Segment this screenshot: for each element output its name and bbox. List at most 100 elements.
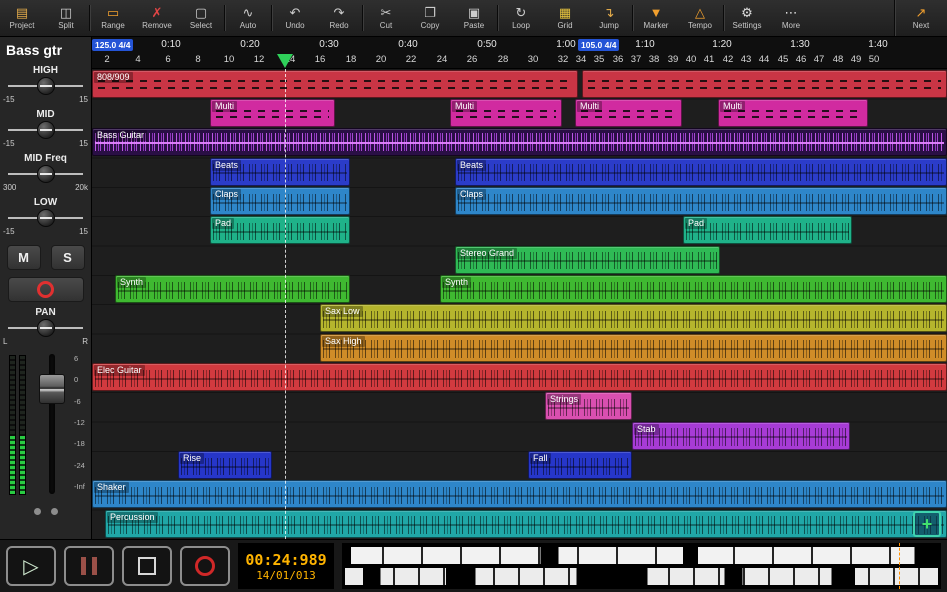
toolbar-button-auto[interactable]: ∿Auto — [226, 0, 270, 36]
clip-rise[interactable]: Rise — [178, 451, 272, 479]
solo-button[interactable]: S — [51, 245, 85, 270]
toolbar-button-paste[interactable]: ▣Paste — [452, 0, 496, 36]
clip-shaker[interactable]: Shaker — [92, 480, 947, 508]
timeline-ruler[interactable]: 125.0 4/4 105.0 4/4 0:100:200:300:400:50… — [92, 37, 947, 69]
clip-fall[interactable]: Fall — [528, 451, 632, 479]
toolbar-button-loop[interactable]: ↻Loop — [499, 0, 543, 36]
clip-label: Pad — [685, 218, 707, 229]
toolbar-button-project[interactable]: ▤Project — [0, 0, 44, 36]
toolbar-button-label: Cut — [380, 21, 392, 30]
toolbar-button-settings[interactable]: ⚙Settings — [725, 0, 769, 36]
toolbar-button-grid[interactable]: ▦Grid — [543, 0, 587, 36]
toolbar-button-label: Auto — [240, 21, 256, 30]
clip-synth[interactable]: Synth — [440, 275, 947, 303]
toolbar-button-copy[interactable]: ❐Copy — [408, 0, 452, 36]
stop-button[interactable] — [122, 546, 172, 586]
knob-high-control[interactable] — [37, 77, 55, 95]
clip-808-909[interactable] — [582, 70, 947, 98]
clip-multi[interactable]: Multi — [450, 99, 562, 127]
clip-808-909[interactable]: 808/909 — [92, 70, 578, 98]
record-arm-button[interactable] — [8, 277, 84, 302]
playhead-marker[interactable] — [277, 54, 293, 68]
bar-number: 20 — [376, 54, 387, 65]
toolbar-button-label: Redo — [329, 21, 348, 30]
mute-button[interactable]: M — [7, 245, 41, 270]
toolbar-button-label: Loop — [512, 21, 530, 30]
toolbar-button-select[interactable]: ▢Select — [179, 0, 223, 36]
clip-elec-guitar[interactable]: Elec Guitar — [92, 363, 947, 391]
toolbar-button-range[interactable]: ▭Range — [91, 0, 135, 36]
page-dot[interactable] — [34, 508, 41, 515]
clip-pad[interactable]: Pad — [210, 216, 350, 244]
track-name[interactable]: Bass gtr — [0, 37, 91, 60]
midi-pattern — [98, 87, 572, 89]
knob-low-control[interactable] — [37, 209, 55, 227]
clip-multi[interactable]: Multi — [575, 99, 682, 127]
bar-number: 42 — [723, 54, 734, 65]
tempo-marker-start[interactable]: 125.0 4/4 — [92, 39, 133, 51]
toolbar-button-undo[interactable]: ↶Undo — [273, 0, 317, 36]
play-button[interactable]: ▷ — [6, 546, 56, 586]
arrangement-overview[interactable] — [342, 543, 941, 589]
knob-scale: -1515 — [0, 139, 91, 148]
clip-multi[interactable]: Multi — [718, 99, 868, 127]
pause-icon — [81, 557, 86, 575]
clip-sax-high[interactable]: Sax High — [320, 334, 947, 362]
knob-mid-freq-control[interactable] — [37, 165, 55, 183]
loop-icon: ↻ — [516, 6, 527, 20]
add-track-button[interactable]: + — [913, 511, 941, 537]
copy-icon: ❐ — [424, 6, 436, 20]
bar-number: 35 — [594, 54, 605, 65]
record-button[interactable] — [180, 546, 230, 586]
transport-bar: ▷ 00:24:989 14/01/013 — [0, 539, 947, 592]
clip-percussion[interactable]: Percussion — [105, 510, 947, 538]
toolbar-button-tempo[interactable]: △Tempo — [678, 0, 722, 36]
fader-thumb[interactable] — [39, 374, 65, 404]
clip-synth[interactable]: Synth — [115, 275, 350, 303]
knob-mid-control[interactable] — [37, 121, 55, 139]
toolbar-button-jump[interactable]: ↴Jump — [587, 0, 631, 36]
volume-fader[interactable] — [35, 352, 69, 496]
knob-scale: LR — [0, 337, 91, 346]
clip-stereo-grand[interactable]: Stereo Grand — [455, 246, 720, 274]
toolbar-button-more[interactable]: ⋯More — [769, 0, 813, 36]
clip-pad[interactable]: Pad — [683, 216, 852, 244]
knob-pan-control[interactable] — [37, 319, 55, 337]
overview-playhead — [899, 543, 900, 589]
page-dot[interactable] — [51, 508, 58, 515]
toolbar-button-redo[interactable]: ↷Redo — [317, 0, 361, 36]
clip-stab[interactable]: Stab — [632, 422, 850, 450]
clip-multi[interactable]: Multi — [210, 99, 335, 127]
clip-beats[interactable]: Beats — [210, 158, 350, 186]
toolbar-button-marker[interactable]: ▼Marker — [634, 0, 678, 36]
clip-label: Claps — [457, 189, 486, 200]
bar-number: 40 — [686, 54, 697, 65]
clip-strings[interactable]: Strings — [545, 392, 632, 420]
clip-label: Multi — [212, 101, 237, 112]
toolbar-button-next[interactable]: ↗ Next — [894, 0, 947, 36]
tracks-canvas[interactable]: + 808/909MultiMultiMultiMultiBass Guitar… — [92, 69, 947, 539]
bar-number: 44 — [759, 54, 770, 65]
project-icon: ▤ — [16, 6, 28, 20]
level-meter-right — [19, 355, 26, 495]
clip-sax-low[interactable]: Sax Low — [320, 304, 947, 332]
knob-scale: -1515 — [0, 95, 91, 104]
clip-label: Stab — [634, 424, 659, 435]
bar-number: 39 — [668, 54, 679, 65]
eq-knobs-container: HIGH-1515MID-1515MID Freq30020kLOW-1515 — [0, 65, 91, 236]
clip-label: Multi — [577, 101, 602, 112]
pause-button[interactable] — [64, 546, 114, 586]
bar-number: 50 — [869, 54, 880, 65]
clip-bass-guitar[interactable]: Bass Guitar — [92, 128, 947, 156]
toolbar-button-split[interactable]: ◫Split — [44, 0, 88, 36]
toolbar-button-remove[interactable]: ✗Remove — [135, 0, 179, 36]
knob-min-label: -15 — [3, 139, 15, 148]
clip-claps[interactable]: Claps — [455, 187, 947, 215]
clip-claps[interactable]: Claps — [210, 187, 350, 215]
clip-beats[interactable]: Beats — [455, 158, 947, 186]
knob-pan: PANLR — [0, 307, 91, 346]
toolbar-button-cut[interactable]: ✂Cut — [364, 0, 408, 36]
tempo-marker-change[interactable]: 105.0 4/4 — [578, 39, 619, 51]
bar-number: 24 — [437, 54, 448, 65]
waveform — [95, 370, 944, 387]
